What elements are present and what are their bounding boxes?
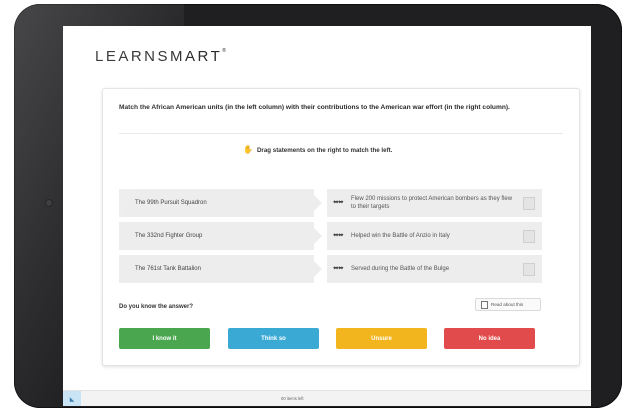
left-item-label: The 761st Tank Battalion	[135, 266, 201, 272]
bottom-progress-bar: ◣ 00 items left	[63, 390, 591, 406]
question-text: Match the African American units (in the…	[119, 104, 510, 111]
hand-drag-icon: ✋	[243, 145, 253, 154]
think-so-button[interactable]: Think so	[228, 328, 319, 349]
left-item-label: The 99th Pursuit Squadron	[135, 200, 207, 206]
document-icon	[481, 300, 488, 309]
drag-handle-icon[interactable]: ⬌⬌	[333, 232, 344, 241]
tablet-frame: LEARNSMART® Match the African American u…	[14, 4, 622, 408]
checkbox-icon[interactable]	[523, 230, 535, 243]
right-item-label: Helped win the Battle of Anzio in Italy	[351, 232, 450, 239]
corner-tab-icon[interactable]: ◣	[63, 391, 81, 406]
left-item-332nd: The 332nd Fighter Group	[119, 222, 322, 250]
right-item-label: Served during the Battle of the Bulge	[351, 265, 450, 272]
drag-instruction: ✋ Drag statements on the right to match …	[243, 146, 392, 154]
left-item-761st: The 761st Tank Battalion	[119, 255, 322, 283]
read-about-label: Read about this	[491, 302, 524, 307]
checkbox-icon[interactable]	[523, 197, 535, 210]
drag-handle-icon[interactable]: ⬌⬌	[333, 199, 344, 208]
drag-handle-icon[interactable]: ⬌⬌	[333, 265, 344, 274]
unsure-button[interactable]: Unsure	[336, 328, 427, 349]
confidence-prompt: Do you know the answer?	[119, 304, 194, 310]
right-item-label: Flew 200 missions to protect American bo…	[351, 195, 513, 211]
tablet-screen: LEARNSMART® Match the African American u…	[63, 26, 591, 406]
right-item-draggable[interactable]: ⬌⬌ Served during the Battle of the Bulge	[327, 255, 542, 283]
checkbox-icon[interactable]	[523, 263, 535, 276]
right-item-draggable[interactable]: ⬌⬌ Helped win the Battle of Anzio in Ita…	[327, 222, 542, 250]
drag-instruction-text: Drag statements on the right to match th…	[256, 146, 393, 154]
camera-icon	[45, 199, 53, 207]
items-left-text: 00 items left	[281, 396, 304, 401]
logo-text: LEARNSMART	[95, 48, 223, 65]
divider	[119, 133, 563, 134]
i-know-it-button[interactable]: I know it	[119, 328, 210, 349]
logo-registered-mark: ®	[222, 48, 226, 54]
left-item-99th: The 99th Pursuit Squadron	[119, 189, 322, 217]
no-idea-button[interactable]: No idea	[444, 328, 535, 349]
right-item-draggable[interactable]: ⬌⬌ Flew 200 missions to protect American…	[327, 189, 542, 217]
left-item-label: The 332nd Fighter Group	[135, 233, 203, 239]
question-panel: Match the African American units (in the…	[102, 88, 580, 366]
read-about-this-button[interactable]: Read about this	[475, 298, 541, 311]
learnsmart-logo: LEARNSMART®	[95, 48, 226, 65]
